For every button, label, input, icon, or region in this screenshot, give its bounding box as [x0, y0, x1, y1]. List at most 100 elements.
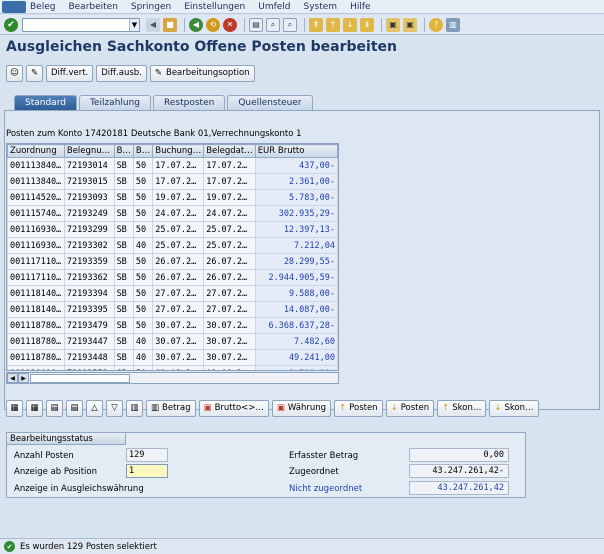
table-cell[interactable]: 40 — [132, 237, 154, 254]
table-cell[interactable]: 001115740… — [7, 205, 65, 222]
table-row[interactable]: 001116930… 72193302 SB 40 25.07.2… 25.07.2… 7.… — [7, 237, 338, 254]
table-cell[interactable]: 72193302 — [63, 237, 115, 254]
waehrung-button[interactable]: ▣ Währung — [271, 399, 332, 417]
table-cell[interactable]: 17.07.2… — [152, 173, 205, 190]
table-row[interactable]: 001115740… 72193249 SB 50 24.07.2… 24.07.2… 30… — [7, 205, 338, 222]
table-cell[interactable]: 30.07.2… — [203, 317, 256, 334]
sort-descending-icon[interactable]: ▽ — [106, 399, 123, 417]
table-row[interactable]: 001120010…72193553SB5001.08.2…01.08.2…1.… — [7, 365, 338, 370]
table-cell[interactable]: 30.07.2… — [203, 349, 256, 366]
table-cell[interactable]: 26.07.2… — [152, 253, 205, 270]
table-cell[interactable]: 50 — [132, 173, 154, 190]
table-cell[interactable]: 001113840… — [7, 173, 65, 190]
scroll-thumb[interactable] — [30, 373, 130, 383]
menu-einstellungen[interactable]: Einstellungen — [184, 2, 245, 12]
table-cell[interactable]: 40 — [132, 349, 154, 366]
select-block-icon[interactable]: ▤ — [46, 399, 63, 417]
table-cell[interactable]: 24.07.2… — [152, 205, 205, 222]
skonto-deactivate-button[interactable]: ↓ Skon… — [489, 399, 539, 417]
column-header[interactable]: Buchung… — [152, 144, 205, 158]
table-cell[interactable]: 72193479 — [63, 317, 115, 334]
table-cell[interactable]: 001118140… — [7, 285, 65, 302]
find-icon[interactable]: ⌕ — [266, 17, 280, 32]
menu-bearbeiten[interactable]: Bearbeiten — [68, 2, 117, 12]
table-cell[interactable]: 17.07.2… — [203, 157, 256, 174]
menu-beleg[interactable]: Beleg — [30, 2, 55, 12]
table-cell[interactable]: 2.361,00- — [254, 173, 338, 190]
table-cell[interactable]: 72193395 — [63, 301, 115, 318]
column-header[interactable]: Zuordnung — [7, 144, 65, 158]
brutto-button[interactable]: ▣ Brutto<>… — [198, 399, 269, 417]
table-cell[interactable]: 49.241,00 — [254, 349, 338, 366]
table-cell[interactable]: 50 — [132, 253, 154, 270]
table-row[interactable]: 001118780… 72193447 SB 40 30.07.2… 30.07.2… 7.… — [7, 333, 338, 350]
table-cell[interactable]: 6.368.637,28- — [254, 317, 338, 334]
table-cell[interactable]: 19.07.2… — [203, 189, 256, 206]
table-cell[interactable]: 50 — [132, 301, 154, 318]
table-cell[interactable]: SB — [113, 269, 134, 286]
table-cell[interactable]: 26.07.2… — [203, 253, 256, 270]
table-row[interactable]: 001113840… 72193015 SB 50 17.07.2… 17.07.2… 2.… — [7, 173, 338, 190]
next-page-icon[interactable]: ↓ — [343, 17, 357, 32]
table-cell[interactable]: 72193299 — [63, 221, 115, 238]
table-cell[interactable]: 1.500,00- — [254, 365, 338, 370]
menu-system[interactable]: System — [304, 2, 338, 12]
back-arrow-icon[interactable]: ◀ — [146, 17, 160, 32]
new-session-icon[interactable]: ▣ — [386, 17, 400, 32]
table-cell[interactable]: 50 — [132, 269, 154, 286]
select-all-icon[interactable]: ▦ — [6, 399, 23, 417]
table-cell[interactable]: 9.588,00- — [254, 285, 338, 302]
posten-deactivate-button[interactable]: ↓ Posten — [385, 399, 435, 417]
table-cell[interactable]: SB — [113, 237, 134, 254]
table-cell[interactable]: 72193015 — [63, 173, 115, 190]
table-cell[interactable]: 17.07.2… — [203, 173, 256, 190]
column-header[interactable]: B… — [132, 144, 154, 158]
table-cell[interactable]: 25.07.2… — [203, 237, 256, 254]
previous-page-icon[interactable]: ↑ — [326, 17, 340, 32]
scroll-right-icon[interactable]: ▶ — [18, 373, 29, 383]
table-cell[interactable]: 26.07.2… — [203, 269, 256, 286]
shortcut-icon[interactable]: ▣ — [403, 17, 417, 32]
table-cell[interactable]: 25.07.2… — [152, 221, 205, 238]
tab-quellensteuer[interactable]: Quellensteuer — [227, 95, 313, 110]
table-cell[interactable]: 01.08.2… — [203, 365, 256, 370]
table-cell[interactable]: SB — [113, 221, 134, 238]
table-cell[interactable]: 27.07.2… — [152, 285, 205, 302]
print-icon[interactable]: ▤ — [249, 17, 263, 32]
table-cell[interactable]: 72193553 — [63, 365, 115, 370]
table-cell[interactable]: 2.944.905,59- — [254, 269, 338, 286]
table-cell[interactable]: 27.07.2… — [203, 301, 256, 318]
table-cell[interactable]: 001118140… — [7, 301, 65, 318]
last-page-icon[interactable]: ⇟ — [360, 17, 374, 32]
table-cell[interactable]: 001120010… — [7, 365, 65, 370]
column-header[interactable]: Belegdat… — [203, 144, 256, 158]
first-page-icon[interactable]: ⇞ — [309, 17, 323, 32]
table-cell[interactable]: 30.07.2… — [152, 317, 205, 334]
table-cell[interactable]: 26.07.2… — [152, 269, 205, 286]
save-icon[interactable]: ■ — [163, 17, 177, 32]
table-cell[interactable]: SB — [113, 157, 134, 174]
table-cell[interactable]: 50 — [132, 205, 154, 222]
table-cell[interactable]: 72193014 — [63, 157, 115, 174]
column-header[interactable]: B… — [113, 144, 134, 158]
table-cell[interactable]: SB — [113, 333, 134, 350]
sort-ascending-icon[interactable]: △ — [86, 399, 103, 417]
table-cell[interactable]: 40 — [132, 333, 154, 350]
table-row[interactable]: 001118780… 72193448 SB 40 30.07.2… 30.07.2… 49… — [7, 349, 338, 366]
table-cell[interactable]: 001113840… — [7, 157, 65, 174]
table-cell[interactable]: 001118780… — [7, 349, 65, 366]
table-cell[interactable]: SB — [113, 301, 134, 318]
table-cell[interactable]: 5.783,00- — [254, 189, 338, 206]
table-cell[interactable]: 28.299,55- — [254, 253, 338, 270]
table-cell[interactable]: 72193249 — [63, 205, 115, 222]
table-cell[interactable]: SB — [113, 317, 134, 334]
table-cell[interactable]: 302.935,29- — [254, 205, 338, 222]
table-cell[interactable]: 14.087,00- — [254, 301, 338, 318]
deselect-all-icon[interactable]: ▦ — [26, 399, 43, 417]
table-cell[interactable]: 72193448 — [63, 349, 115, 366]
table-cell[interactable]: SB — [113, 365, 134, 370]
table-cell[interactable]: 27.07.2… — [152, 301, 205, 318]
table-row[interactable]: 001117110… 72193359 SB 50 26.07.2… 26.07.2… 28… — [7, 253, 338, 270]
cancel-icon[interactable]: ✕ — [223, 17, 237, 32]
table-cell[interactable]: 30.07.2… — [203, 333, 256, 350]
